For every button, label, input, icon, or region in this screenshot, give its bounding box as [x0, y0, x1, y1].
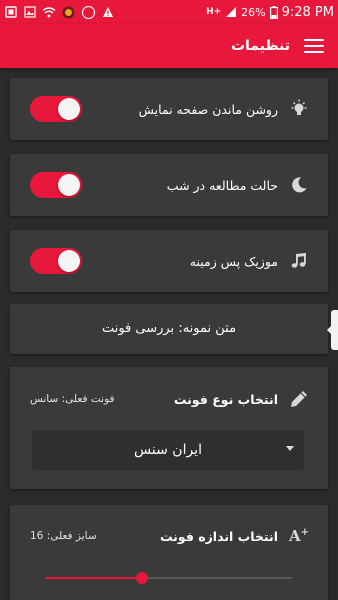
night-mode-label: حالت مطالعه در شب: [166, 177, 278, 193]
font-size-card: سایز فعلی: 16 انتخاب اندازه فونت A +: [10, 505, 328, 600]
font-size-title: انتخاب اندازه فونت: [159, 528, 278, 544]
background-music-label: موزیک پس زمینه: [189, 253, 278, 269]
font-size-increase-icon: A +: [288, 527, 310, 545]
app-bar: تنظیمات: [0, 24, 338, 68]
music-note-icon: [288, 252, 310, 270]
font-size-slider[interactable]: [46, 571, 292, 585]
page-title: تنظیمات: [230, 38, 290, 54]
background-music-card: موزیک پس زمینه: [10, 230, 328, 292]
status-time: 9:28 PM: [281, 4, 334, 20]
moon-icon: [288, 176, 310, 194]
current-font-label: فونت فعلی: سانس: [30, 393, 115, 405]
gallery-icon: [23, 6, 37, 18]
current-size-label: سایز فعلی: 16: [30, 530, 97, 542]
keep-screen-on-card: روشن ماندن صفحه نمایش: [10, 78, 328, 140]
switch-knob: [58, 174, 80, 196]
font-type-selected: ایران سنس: [134, 442, 202, 458]
battery-percent: 26%: [241, 5, 266, 19]
wifi-icon: [42, 6, 56, 18]
font-type-card: فونت فعلی: سانس انتخاب نوع فونت ایران سن…: [10, 367, 328, 489]
battery-icon: [269, 5, 278, 19]
status-right: H+ 26% 9:28 PM: [206, 5, 334, 20]
status-bar: H+ 26% 9:28 PM: [0, 0, 338, 24]
pencil-icon: [288, 389, 310, 409]
background-music-switch[interactable]: [30, 248, 82, 274]
font-type-dropdown[interactable]: ایران سنس: [32, 430, 304, 470]
side-drawer-handle[interactable]: [327, 310, 338, 350]
alert-icon: [101, 6, 115, 18]
keep-screen-on-label: روشن ماندن صفحه نمایش: [138, 101, 278, 117]
switch-knob: [58, 250, 80, 272]
switch-knob: [58, 98, 80, 120]
lightbulb-icon: [288, 99, 310, 119]
slider-fill: [46, 577, 142, 579]
font-preview-text: متن نمونه: بررسی فونت: [101, 321, 237, 336]
notification-count-icon: [80, 5, 96, 19]
signal-icon: [225, 6, 237, 18]
dropdown-caret-icon: [286, 446, 294, 451]
font-type-title: انتخاب نوع فونت: [173, 391, 278, 407]
night-mode-switch[interactable]: [30, 172, 82, 198]
badge-app-icon: [61, 6, 75, 18]
night-mode-card: حالت مطالعه در شب: [10, 154, 328, 216]
slider-thumb[interactable]: [135, 572, 148, 584]
app-icon: [4, 6, 18, 18]
status-left: [4, 5, 115, 19]
font-preview-card: متن نمونه: بررسی فونت: [10, 304, 328, 354]
keep-screen-on-switch[interactable]: [30, 96, 82, 122]
hamburger-menu-icon[interactable]: [304, 39, 324, 53]
network-type: H+: [206, 7, 222, 17]
